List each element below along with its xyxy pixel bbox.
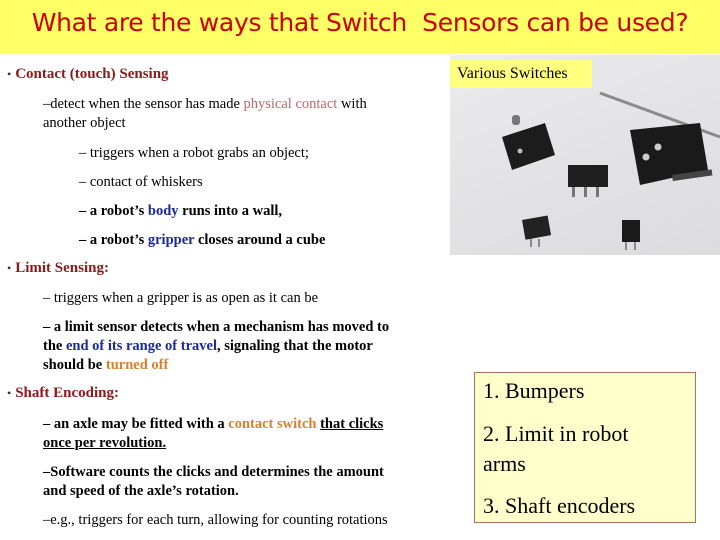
- use-item-bumpers: 1. Bumpers: [483, 378, 585, 403]
- text: should be: [43, 357, 106, 373]
- contact-line-3: – triggers when a robot grabs an object;: [79, 145, 309, 161]
- shaft-line-1: – an axle may be fitted with a contact s…: [43, 415, 383, 434]
- heading-text: Limit Sensing:: [15, 260, 109, 276]
- switch-large-right: [630, 123, 713, 185]
- switch-medium: [568, 165, 608, 197]
- contact-line-2: another object: [43, 115, 126, 131]
- section-heading-limit: • Limit Sensing:: [7, 260, 109, 277]
- contact-line-6: – a robot’s gripper closes around a cube: [79, 231, 325, 250]
- switch-large-left: [502, 115, 555, 170]
- bullet-icon: •: [7, 261, 12, 275]
- use-item-limit-cont: arms: [483, 451, 526, 476]
- highlight-contact-switch: contact switch: [228, 416, 317, 432]
- contact-line-1: –detect when the sensor has made physica…: [43, 95, 367, 114]
- shaft-line-2: once per revolution.: [43, 435, 167, 451]
- shaft-line-3: –Software counts the clicks and determin…: [43, 464, 384, 480]
- text: – a robot’s: [79, 232, 148, 248]
- heading-text: Contact (touch) Sensing: [15, 66, 169, 82]
- use-item-limit: 2. Limit in robot: [483, 421, 629, 446]
- limit-line-2: – a limit sensor detects when a mechanis…: [43, 319, 390, 335]
- bullet-icon: •: [7, 67, 12, 81]
- limit-line-3: the end of its range of travel, signalin…: [43, 337, 373, 356]
- text: runs into a wall,: [178, 203, 283, 219]
- limit-line-1: – triggers when a gripper is as open as …: [43, 290, 319, 306]
- section-heading-shaft: • Shaft Encoding:: [7, 385, 119, 402]
- text: , signaling that the motor: [216, 338, 373, 354]
- uses-box: 1. Bumpers 2. Limit in robot arms 3. Sha…: [474, 372, 696, 523]
- slide-title: What are the ways that Switch Sensors ca…: [31, 8, 689, 37]
- section-heading-contact: • Contact (touch) Sensing: [7, 66, 169, 83]
- shaft-line-5: –e.g., triggers for each turn, allowing …: [43, 512, 388, 528]
- switch-small-right: [622, 220, 640, 250]
- bullet-icon: •: [7, 386, 12, 400]
- limit-line-4: should be turned off: [43, 356, 168, 375]
- shaft-line-4: and speed of the axle’s rotation.: [43, 483, 239, 499]
- switches-photo: Various Switches: [450, 55, 720, 255]
- text: closes around a cube: [194, 232, 326, 248]
- highlight-body: body: [147, 203, 179, 219]
- highlight-turned-off: turned off: [105, 357, 169, 373]
- text: –detect when the sensor has made: [43, 96, 244, 112]
- text: – an axle may be fitted with a: [43, 416, 229, 432]
- underlined-text: that clicks: [320, 416, 384, 432]
- use-item-shaft-encoders: 3. Shaft encoders: [483, 493, 636, 518]
- text: with: [337, 96, 367, 112]
- heading-text: Shaft Encoding:: [15, 385, 119, 401]
- contact-line-5: – a robot’s body runs into a wall,: [79, 202, 282, 221]
- photo-label: Various Switches: [450, 60, 592, 88]
- highlight-physical-contact: physical contact: [243, 96, 338, 112]
- text: – a robot’s: [79, 203, 148, 219]
- highlight-end-of-range: end of its range of travel: [65, 338, 217, 354]
- switch-small-left: [522, 215, 552, 247]
- highlight-gripper: gripper: [147, 232, 195, 248]
- text: the: [43, 338, 66, 354]
- contact-line-4: – contact of whiskers: [79, 174, 203, 190]
